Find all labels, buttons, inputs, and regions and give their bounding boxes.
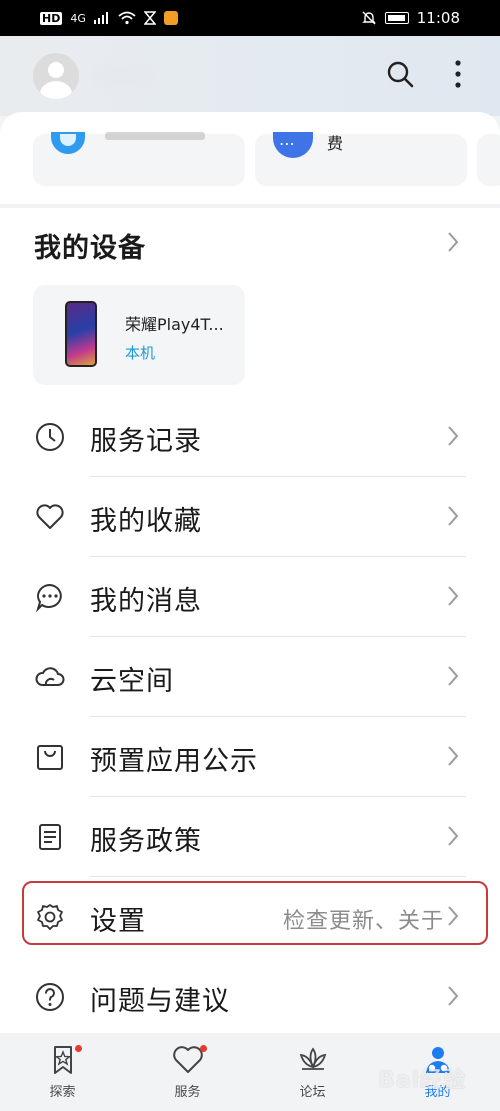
cloud-icon xyxy=(35,667,65,686)
username-redacted xyxy=(94,66,150,86)
more-vertical-icon[interactable] xyxy=(438,54,478,94)
settings-highlight-annotation xyxy=(22,881,488,945)
status-time: 11:08 xyxy=(416,9,460,27)
hourglass-icon xyxy=(143,11,156,25)
menu-label: 我的消息 xyxy=(90,586,202,617)
notification-badge xyxy=(74,1045,82,1052)
menu-label: 服务记录 xyxy=(90,426,202,457)
tab-label: 论坛 xyxy=(299,1085,326,1100)
heart-tab-icon xyxy=(171,1043,207,1077)
service-tile-label: 费 xyxy=(327,134,344,153)
menu-item-feedback[interactable]: 问题与建议 xyxy=(0,957,500,1037)
menu-item-service-policy[interactable]: 服务政策 xyxy=(0,797,500,877)
menu-label: 服务政策 xyxy=(90,826,202,857)
blue-dots-icon xyxy=(273,132,313,158)
app-notification-icon xyxy=(163,11,178,25)
heart-icon xyxy=(36,504,64,529)
star-bookmark-icon xyxy=(46,1043,82,1077)
battery-icon xyxy=(384,12,409,24)
profile-header xyxy=(0,36,500,116)
menu-item-cloud-space[interactable]: 云空间 xyxy=(0,637,500,717)
service-shortcuts: 费 xyxy=(0,112,500,204)
mute-bell-icon xyxy=(362,11,376,25)
menu-label: 云空间 xyxy=(90,666,174,697)
blue-service-icon xyxy=(51,132,85,154)
tab-service[interactable]: 服务 xyxy=(125,1033,250,1111)
phone-image xyxy=(65,301,97,367)
chevron-right-icon xyxy=(448,426,459,446)
chevron-right-icon xyxy=(448,506,459,526)
search-icon[interactable] xyxy=(380,54,420,94)
lotus-icon xyxy=(296,1043,330,1077)
device-card[interactable]: 荣耀Play4T... 本机 xyxy=(33,285,245,385)
document-icon xyxy=(39,824,61,850)
menu-item-favorites[interactable]: 我的收藏 xyxy=(0,477,500,557)
signal-icon: 4G xyxy=(70,11,86,25)
chevron-right-icon xyxy=(448,586,459,606)
service-tile-partial[interactable] xyxy=(477,134,500,186)
chevron-right-icon xyxy=(448,826,459,846)
chevron-right-icon xyxy=(448,666,459,686)
device-name: 荣耀Play4T... xyxy=(125,315,224,334)
signal-bars-icon xyxy=(93,12,108,24)
service-tile[interactable]: 费 xyxy=(255,132,467,186)
menu-item-messages[interactable]: 我的消息 xyxy=(0,557,500,637)
menu-label: 预置应用公示 xyxy=(90,746,258,777)
tab-explore[interactable]: 探索 xyxy=(0,1033,125,1111)
wifi-icon xyxy=(118,11,136,25)
menu-label: 问题与建议 xyxy=(90,986,230,1017)
chevron-right-icon xyxy=(448,746,459,766)
service-tile-label-blurred xyxy=(105,132,205,140)
question-icon xyxy=(36,983,64,1011)
tab-forum[interactable]: 论坛 xyxy=(250,1033,375,1111)
menu-label: 我的收藏 xyxy=(90,506,202,537)
chevron-right-icon xyxy=(448,986,459,1006)
tab-label: 探索 xyxy=(49,1085,76,1100)
tab-label: 服务 xyxy=(174,1085,201,1100)
menu-item-preinstalled-apps[interactable]: 预置应用公示 xyxy=(0,717,500,797)
clock-icon xyxy=(36,423,64,451)
hd-indicator: HD xyxy=(40,11,63,25)
chevron-right-icon[interactable] xyxy=(446,230,460,254)
status-bar: HD 4G 11:08 xyxy=(0,0,500,36)
device-tag: 本机 xyxy=(125,344,156,362)
notification-badge xyxy=(199,1045,207,1052)
menu-item-service-records[interactable]: 服务记录 xyxy=(0,397,500,477)
my-devices-title[interactable]: 我的设备 xyxy=(34,226,146,265)
watermark: Bai经验 xyxy=(378,1068,467,1093)
bag-icon xyxy=(37,745,63,770)
message-icon xyxy=(35,583,62,613)
service-tile[interactable] xyxy=(33,132,245,186)
avatar[interactable] xyxy=(33,53,79,99)
